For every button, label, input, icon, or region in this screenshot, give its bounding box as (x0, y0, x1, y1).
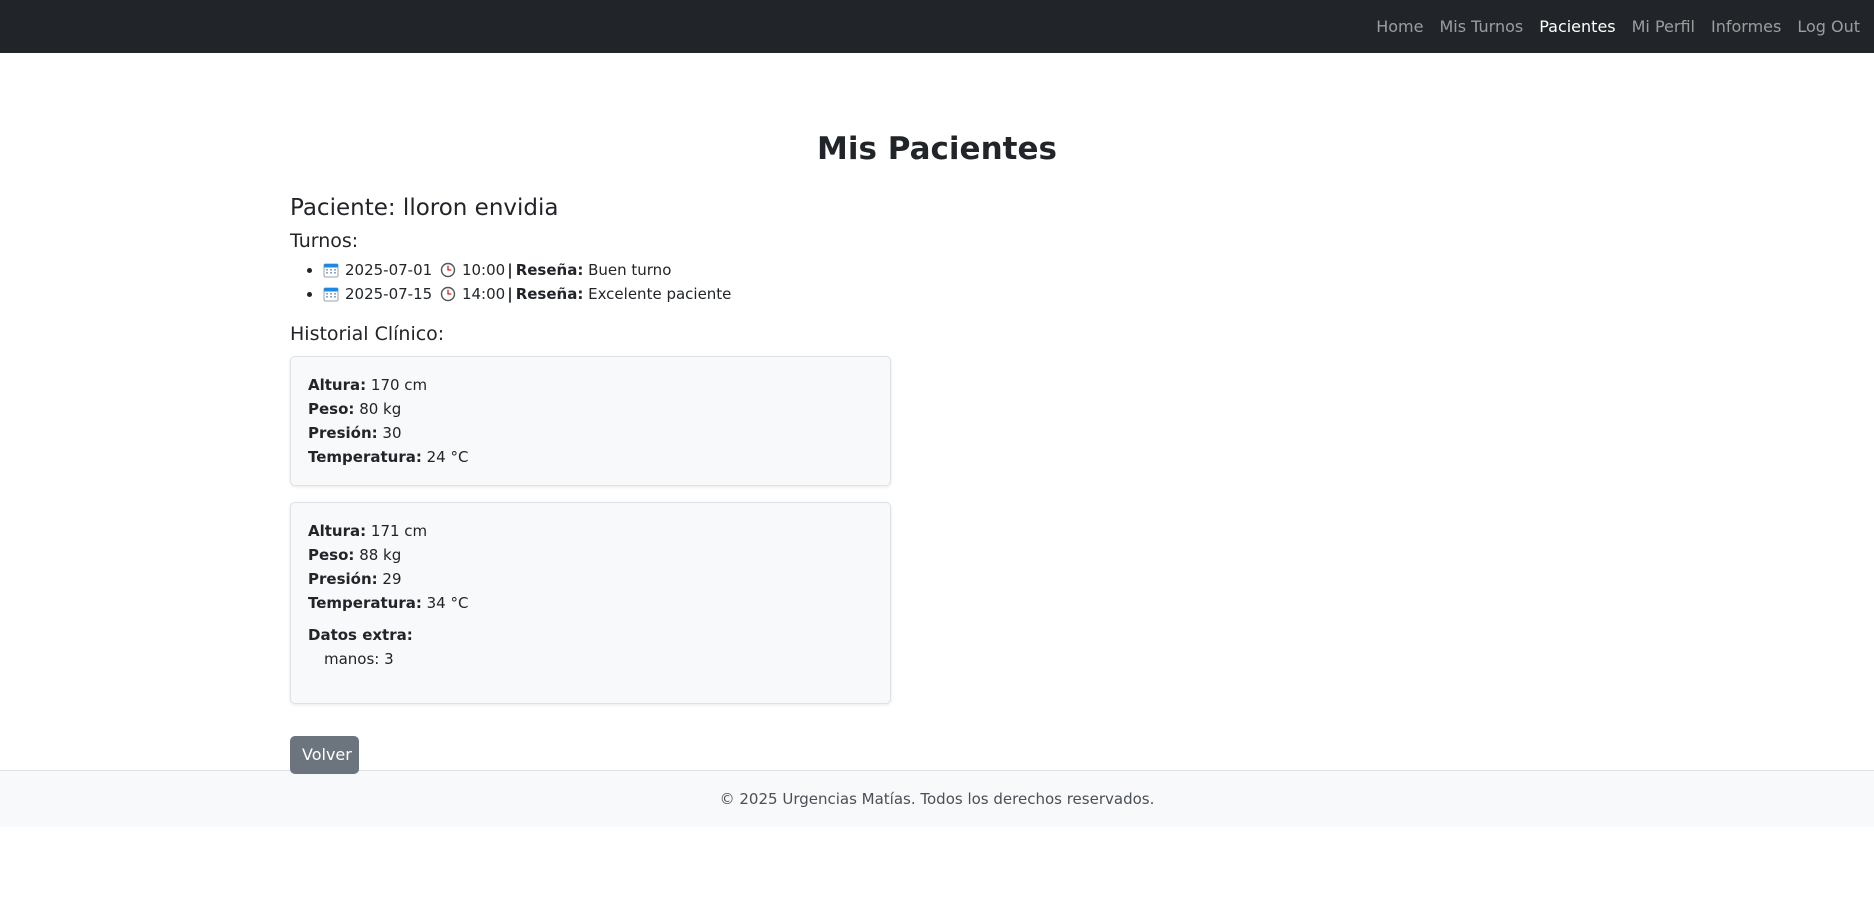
calendar-icon (323, 261, 339, 278)
presion-row: Presión: 30 (308, 424, 402, 442)
historial-card: Altura: 170 cm Peso: 80 kg Presión: 30 T… (290, 356, 891, 486)
datos-extra-heading: Datos extra: (308, 626, 413, 644)
back-button[interactable]: Volver (290, 736, 359, 774)
nav-mi-perfil[interactable]: Mi Perfil (1632, 17, 1695, 36)
patient-name: Paciente: lloron envidia (290, 195, 559, 221)
nav-home[interactable]: Home (1376, 17, 1423, 36)
nav-informes[interactable]: Informes (1711, 17, 1781, 36)
peso-row: Peso: 80 kg (308, 400, 402, 418)
turnos-list: 2025-07-01 10:00|Reseña: Buen turno (290, 258, 892, 306)
nav-pacientes[interactable]: Pacientes (1539, 17, 1615, 36)
review-label: Reseña: (515, 285, 584, 303)
altura-row: Altura: 171 cm (308, 522, 428, 540)
peso-row: Peso: 88 kg (308, 546, 402, 564)
turno-time: 14:00 (461, 285, 506, 303)
patient-section: Paciente: lloron envidia Turnos: 2025-07… (290, 191, 892, 774)
nav-mis-turnos[interactable]: Mis Turnos (1439, 17, 1523, 36)
main-content: Mis Pacientes Paciente: lloron envidia T… (0, 53, 1874, 774)
turno-date: 2025-07-15 (345, 285, 433, 303)
turno-date: 2025-07-01 (345, 261, 433, 279)
historial-card: Altura: 171 cm Peso: 88 kg Presión: 29 T… (290, 502, 891, 704)
nav-log-out[interactable]: Log Out (1797, 17, 1860, 36)
temperatura-row: Temperatura: 24 °C (308, 448, 469, 466)
list-item: 2025-07-15 14:00|Reseña: Excelente pacie… (323, 282, 892, 306)
top-navbar: Home Mis Turnos Pacientes Mi Perfil Info… (0, 0, 1874, 53)
page-title: Mis Pacientes (817, 131, 1057, 167)
clock-icon (440, 285, 456, 302)
historial-heading: Historial Clínico: (290, 323, 445, 345)
datos-extra-item: manos: 3 (324, 650, 394, 668)
calendar-icon (323, 285, 339, 302)
review-label: Reseña: (515, 261, 584, 279)
list-item: 2025-07-01 10:00|Reseña: Buen turno (323, 258, 892, 282)
footer: © 2025 Urgencias Matías. Todos los derec… (0, 770, 1874, 827)
turno-time: 10:00 (461, 261, 506, 279)
review-text: Excelente paciente (588, 285, 732, 303)
presion-row: Presión: 29 (308, 570, 402, 588)
temperatura-row: Temperatura: 34 °C (308, 594, 469, 612)
copyright-text: © 2025 Urgencias Matías. Todos los derec… (719, 790, 1155, 808)
turnos-heading: Turnos: (290, 230, 359, 252)
review-text: Buen turno (588, 261, 672, 279)
clock-icon (440, 261, 456, 278)
altura-row: Altura: 170 cm (308, 376, 428, 394)
